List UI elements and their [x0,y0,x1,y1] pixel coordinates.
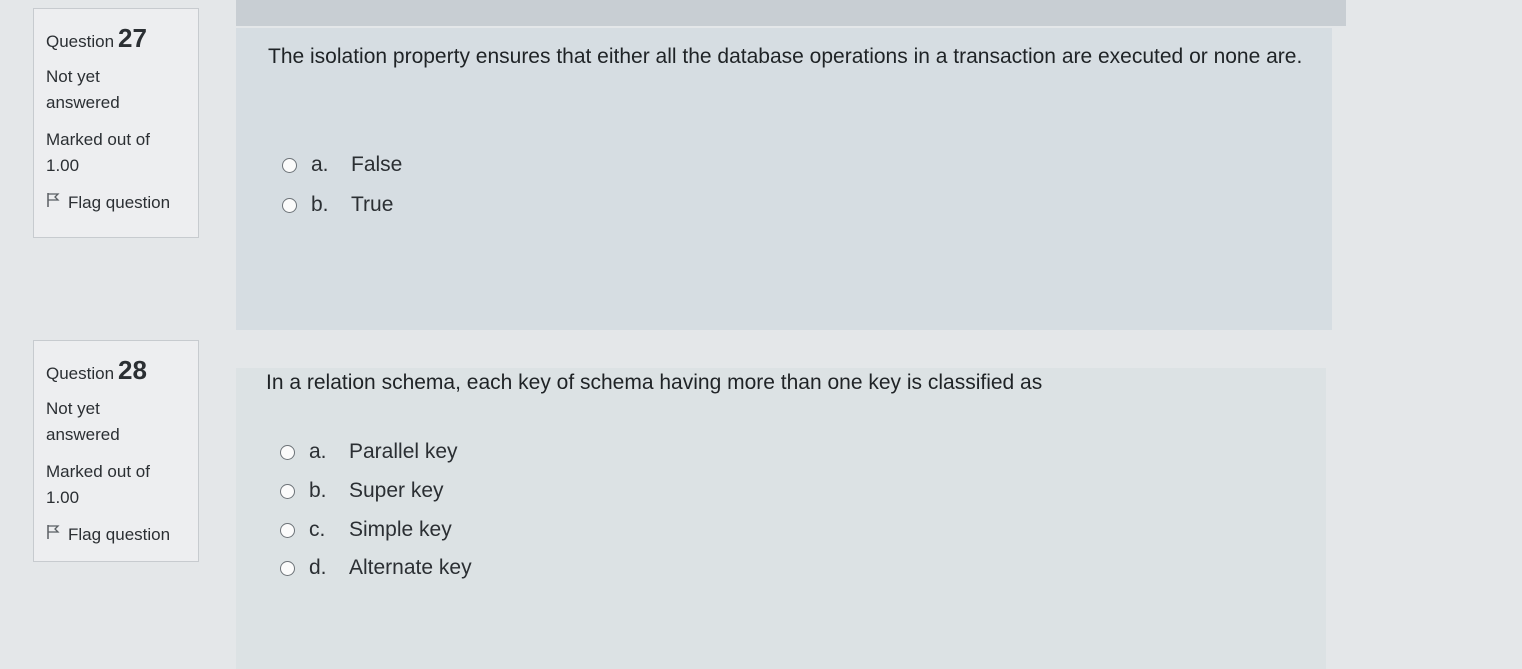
answer-option-b[interactable]: b. True [282,193,393,217]
flag-question-button[interactable]: Flag question [46,190,186,216]
answer-label: Alternate key [349,556,472,579]
question-number: 28 [118,355,147,385]
answer-option-a[interactable]: a. Parallel key [280,440,458,464]
question-grade: Marked out of 1.00 [46,459,186,510]
top-strip [236,0,1346,26]
question-text: In a relation schema, each key of schema… [266,371,1043,394]
state-line-2: answered [46,92,120,112]
answer-label: Super key [349,479,444,502]
state-line-2: answered [46,424,120,444]
question-number: 27 [118,23,147,53]
answer-letter: b. [311,193,329,216]
grade-line-2: 1.00 [46,155,80,175]
question-label: Question [46,32,115,51]
grade-line-2: 1.00 [46,487,80,507]
grade-line-1: Marked out of [46,130,150,149]
radio-button[interactable] [280,444,295,460]
radio-button[interactable] [282,157,297,173]
state-line-1: Not yet [46,67,100,86]
grade-line-1: Marked out of [46,462,150,481]
question-28-content: In a relation schema, each key of schema… [236,368,1326,669]
question-state: Not yet answered [46,396,186,447]
answer-letter: a. [311,153,329,176]
answer-letter: b. [309,479,327,502]
answer-option-d[interactable]: d. Alternate key [280,556,472,580]
question-28-info: Question 28 Not yet answered Marked out o… [33,340,199,562]
answer-option-a[interactable]: a. False [282,153,402,177]
radio-button[interactable] [282,197,297,213]
radio-button[interactable] [280,483,295,499]
flag-icon [46,522,60,548]
answer-label: True [351,193,394,216]
answer-option-b[interactable]: b. Super key [280,479,444,503]
flag-icon [46,190,60,216]
flag-question-button[interactable]: Flag question [46,522,186,548]
answer-label: Parallel key [349,440,458,463]
question-state: Not yet answered [46,64,186,115]
answer-option-c[interactable]: c. Simple key [280,518,452,542]
answer-letter: c. [309,518,326,541]
answer-letter: a. [309,440,327,463]
answer-label: False [351,153,403,176]
question-27-info: Question 27 Not yet answered Marked out o… [33,8,199,238]
answer-label: Simple key [349,518,452,541]
radio-button[interactable] [280,522,295,538]
state-line-1: Not yet [46,399,100,418]
question-heading: Question 28 [46,351,186,390]
question-heading: Question 27 [46,19,186,58]
question-27-content: The isolation property ensures that eith… [236,28,1332,330]
question-label: Question [46,364,115,383]
flag-question-label: Flag question [68,193,171,212]
answer-letter: d. [309,556,327,579]
question-text: The isolation property ensures that eith… [268,45,1303,68]
question-grade: Marked out of 1.00 [46,127,186,178]
radio-button[interactable] [280,560,295,576]
flag-question-label: Flag question [68,525,171,544]
